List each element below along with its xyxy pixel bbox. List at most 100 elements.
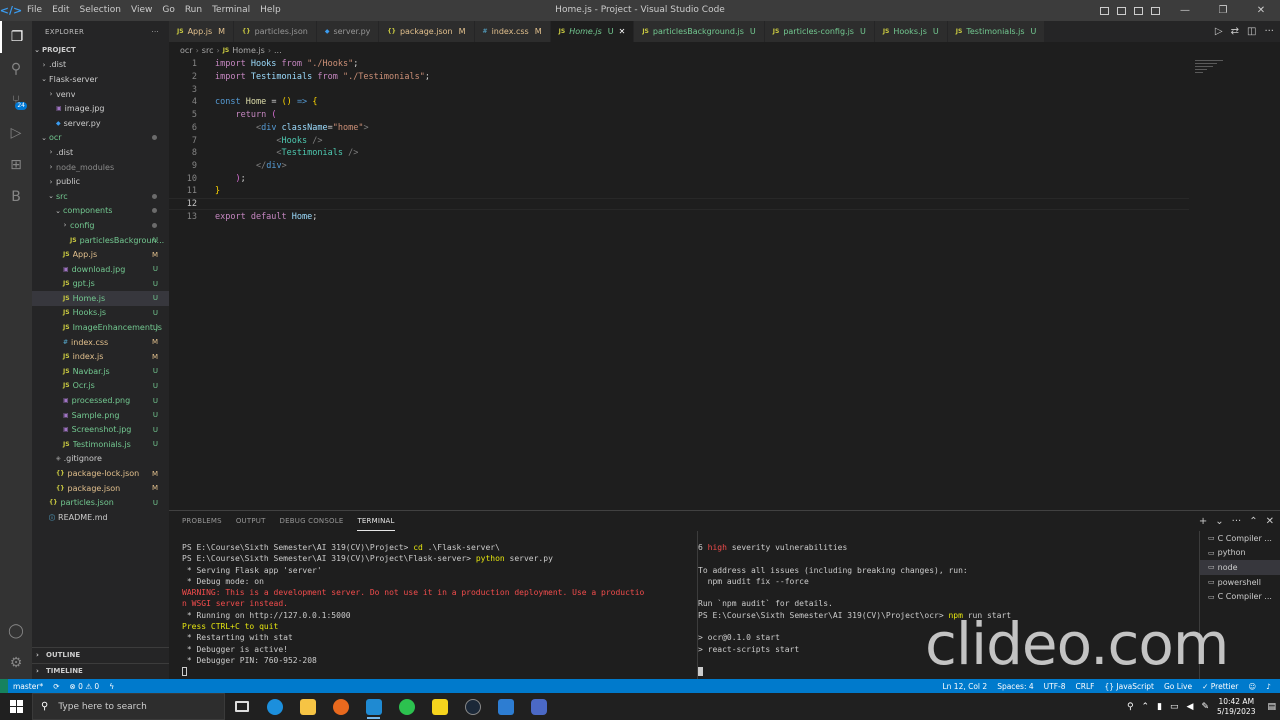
folder-item[interactable]: › config	[32, 218, 169, 233]
file-item[interactable]: JS Testimonials.js U	[32, 437, 169, 452]
remote-indicator[interactable]	[0, 679, 8, 693]
vscode-taskbar-icon[interactable]	[357, 693, 390, 720]
menu-item-help[interactable]: Help	[255, 0, 286, 21]
cursor-position[interactable]: Ln 12, Col 2	[937, 682, 992, 691]
close-tab-icon[interactable]: ✕	[619, 27, 626, 36]
menu-item-terminal[interactable]: Terminal	[207, 0, 255, 21]
clock[interactable]: 10:42 AM 5/19/2023	[1217, 697, 1255, 717]
more-actions-icon[interactable]: ···	[1264, 26, 1274, 37]
panel-tab-problems[interactable]: PROBLEMS	[182, 511, 222, 531]
project-folder[interactable]: ⌄ PROJECT	[32, 43, 169, 58]
breadcrumb-ocr[interactable]: ocr	[180, 46, 193, 55]
file-item[interactable]: ⓘ README.md	[32, 510, 169, 525]
close-window-button[interactable]: ✕	[1242, 0, 1280, 21]
tab-hooks-js[interactable]: JS Hooks.js U	[874, 21, 948, 42]
panel-tab-terminal[interactable]: TERMINAL	[357, 511, 395, 531]
minimize-button[interactable]: —	[1166, 0, 1204, 21]
speaker-icon[interactable]: ◀	[1187, 702, 1194, 712]
timeline-section[interactable]: › TIMELINE	[32, 663, 169, 677]
code-line[interactable]: 6 <div className="home">	[169, 122, 1189, 135]
code-line[interactable]: 3	[169, 83, 1189, 96]
restore-button[interactable]: ❐	[1204, 0, 1242, 21]
menu-item-selection[interactable]: Selection	[75, 0, 126, 21]
tab-particles-json[interactable]: {} particles.json	[234, 21, 317, 42]
menu-item-run[interactable]: Run	[180, 0, 207, 21]
file-item[interactable]: JS Ocr.js U	[32, 379, 169, 394]
file-item[interactable]: {} package.json M	[32, 481, 169, 496]
source-control-icon[interactable]: ⑂ 24	[0, 85, 32, 117]
outline-section[interactable]: › OUTLINE	[32, 647, 169, 661]
customize-layout-icon[interactable]	[1149, 0, 1162, 21]
tab-home-js[interactable]: JS Home.js U ✕	[550, 21, 635, 42]
manage-gear-icon[interactable]: ⚙	[0, 647, 32, 679]
sticky-notes-icon[interactable]	[423, 693, 456, 720]
file-item[interactable]: {} particles.json U	[32, 495, 169, 510]
file-item[interactable]: JS Home.js U	[32, 291, 169, 306]
file-item[interactable]: JS ImageEnhancement.js U	[32, 320, 169, 335]
microphone-icon[interactable]: ▮	[1157, 702, 1162, 712]
explorer-more-icon[interactable]: ···	[151, 28, 159, 36]
code-line[interactable]: 7 <Hooks />	[169, 134, 1189, 147]
folder-item[interactable]: › node_modules	[32, 160, 169, 175]
folder-item[interactable]: ⌄ src	[32, 189, 169, 204]
terminal-instance[interactable]: ▭ powershell	[1200, 575, 1280, 590]
code-line[interactable]: 5 return (	[169, 109, 1189, 122]
network-icon[interactable]: ▭	[1170, 702, 1179, 712]
folder-item[interactable]: › public	[32, 174, 169, 189]
terminal-instance[interactable]: ▭ node	[1200, 560, 1280, 575]
panel-tab-debug-console[interactable]: DEBUG CONSOLE	[280, 511, 344, 531]
tab-server-py[interactable]: ◆ server.py	[316, 21, 380, 42]
breadcrumb-src[interactable]: src	[202, 46, 214, 55]
terminal-left[interactable]: PS E:\Course\Sixth Semester\AI 319(CV)\P…	[182, 542, 644, 678]
menu-item-file[interactable]: File	[22, 0, 47, 21]
toggle-primary-sidebar-icon[interactable]	[1098, 0, 1111, 21]
file-item[interactable]: ▣ Screenshot.jpg U	[32, 422, 169, 437]
problems-count[interactable]: ⊗ 0 ⚠ 0	[65, 682, 105, 691]
go-live-button[interactable]: Go Live	[1159, 682, 1197, 691]
pen-icon[interactable]: ✎	[1201, 702, 1209, 712]
accounts-icon[interactable]: ◯	[0, 615, 32, 647]
folder-item[interactable]: ⌄ ocr	[32, 131, 169, 146]
folder-item[interactable]: › .dist	[32, 145, 169, 160]
file-item[interactable]: JS Navbar.js U	[32, 364, 169, 379]
code-line[interactable]: 1 import Hooks from "./Hooks";	[169, 58, 1189, 71]
code-line[interactable]: 2 import Testimonials from "./Testimonial…	[169, 71, 1189, 84]
tab-particles-config-js[interactable]: JS particles-config.js U	[764, 21, 875, 42]
extensions-icon[interactable]: ⊞	[0, 149, 32, 181]
steam-icon[interactable]	[456, 693, 489, 720]
folder-item[interactable]: ⌄ Flask-server	[32, 72, 169, 87]
sync-icon[interactable]: ⟳	[48, 682, 64, 691]
lightning-icon[interactable]: ϟ	[104, 682, 119, 691]
minimap[interactable]	[1195, 60, 1225, 80]
code-line[interactable]: 8 <Testimonials />	[169, 147, 1189, 160]
panel-tab-output[interactable]: OUTPUT	[236, 511, 266, 531]
file-item[interactable]: ▣ download.jpg U	[32, 262, 169, 277]
code-editor[interactable]: 1 import Hooks from "./Hooks"; 2 import Tes…	[169, 58, 1280, 510]
windows-start-icon[interactable]	[0, 693, 32, 720]
snipping-tool-icon[interactable]	[522, 693, 555, 720]
run-icon[interactable]: ▷	[1215, 26, 1223, 37]
tab-package-json[interactable]: {} package.json M	[379, 21, 475, 42]
notifications-bell-icon[interactable]: ♪	[1261, 682, 1276, 691]
edge-browser-icon[interactable]	[258, 693, 291, 720]
terminal-instance[interactable]: ▭ python	[1200, 546, 1280, 561]
file-item[interactable]: JS index.js M	[32, 349, 169, 364]
file-item[interactable]: JS gpt.js U	[32, 277, 169, 292]
file-item[interactable]: ▣ Sample.png U	[32, 408, 169, 423]
prettier-status[interactable]: ✓ Prettier	[1197, 682, 1243, 691]
tab-index-css[interactable]: # index.css M	[474, 21, 551, 42]
toggle-secondary-sidebar-icon[interactable]	[1132, 0, 1145, 21]
bookmark-b-icon[interactable]: B	[0, 181, 32, 213]
task-view-icon[interactable]	[225, 693, 258, 720]
breadcrumb-file[interactable]: Home.js	[232, 46, 265, 55]
menu-item-view[interactable]: View	[126, 0, 157, 21]
person-icon[interactable]: ⚲	[1127, 702, 1134, 712]
split-editor-icon[interactable]: ◫	[1247, 26, 1256, 37]
language-mode[interactable]: {} JavaScript	[1099, 682, 1159, 691]
compare-icon[interactable]: ⇄	[1231, 26, 1239, 37]
tab-particlesbackground-js[interactable]: JS particlesBackground.js U	[634, 21, 765, 42]
code-line[interactable]: 10 );	[169, 172, 1189, 185]
feedback-icon[interactable]: ☺	[1243, 682, 1261, 691]
menu-item-go[interactable]: Go	[157, 0, 179, 21]
file-item[interactable]: JS Hooks.js U	[32, 306, 169, 321]
